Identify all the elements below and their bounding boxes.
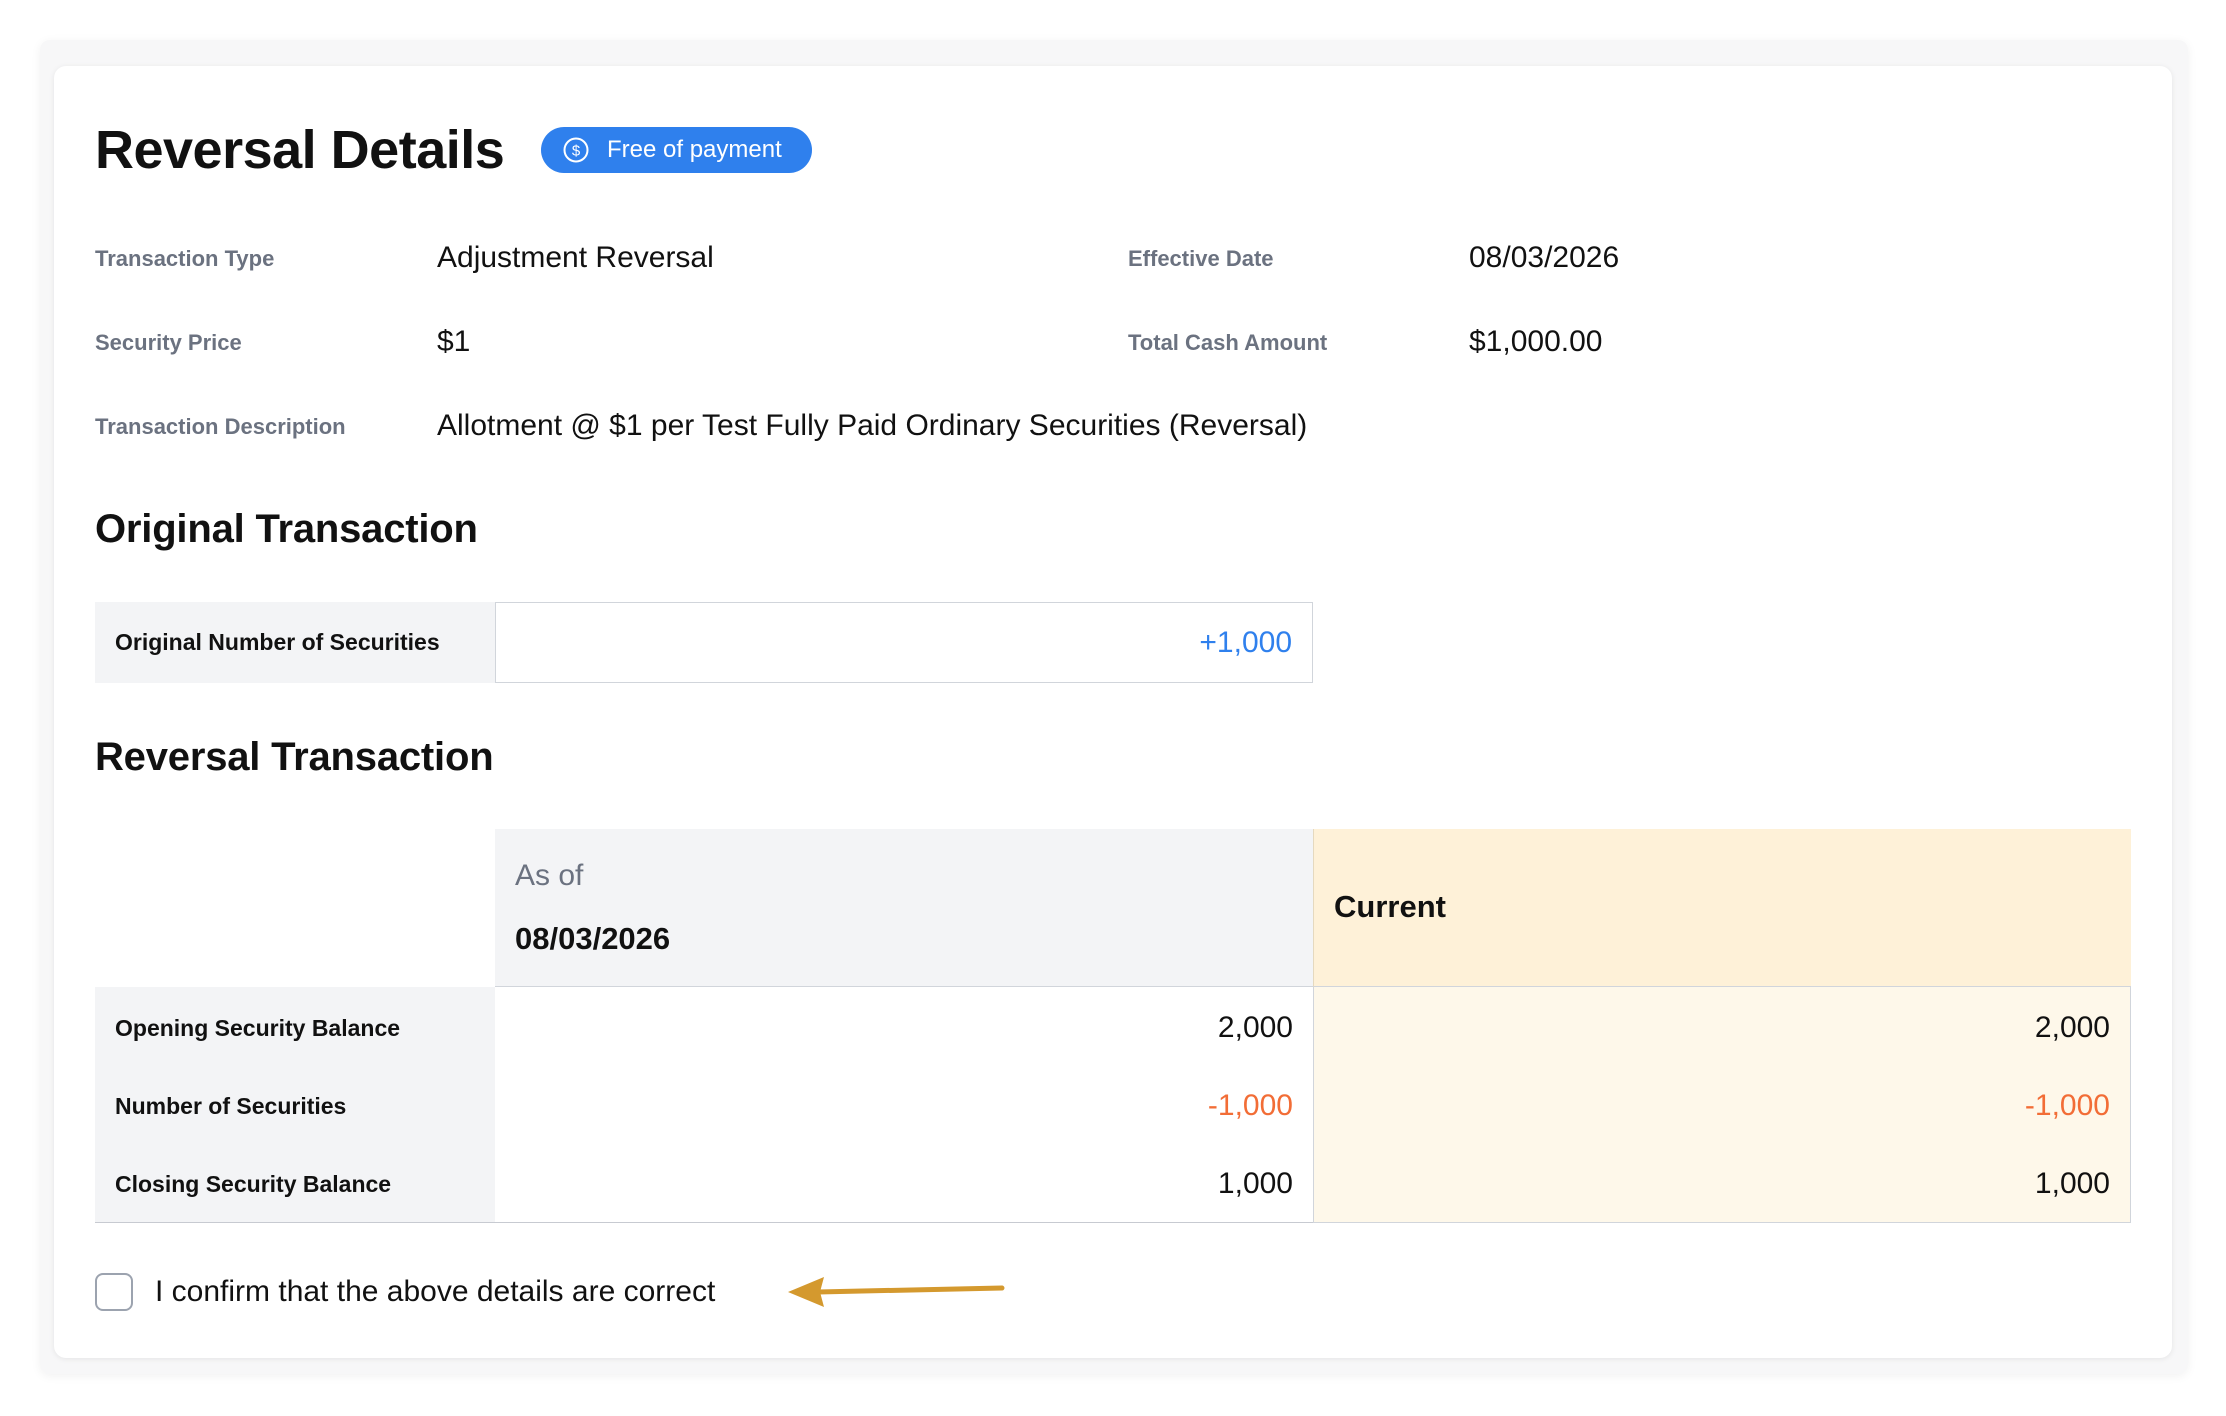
payment-type-badge: $ Free of payment bbox=[541, 127, 812, 173]
closing-balance-current: 1,000 bbox=[2034, 1167, 2110, 1200]
badge-label: Free of payment bbox=[607, 136, 782, 163]
closing-balance-asof: 1,000 bbox=[1217, 1167, 1293, 1200]
current-column-values: 2,000 -1,000 1,000 bbox=[1313, 987, 2131, 1223]
asof-column-header: As of 08/03/2026 bbox=[495, 829, 1313, 987]
asof-date: 08/03/2026 bbox=[515, 921, 671, 956]
transaction-type-value: Adjustment Reversal bbox=[437, 241, 714, 274]
security-price-value: $1 bbox=[437, 325, 471, 358]
opening-balance-asof: 2,000 bbox=[1217, 1011, 1293, 1044]
effective-date-value: 08/03/2026 bbox=[1469, 241, 1620, 274]
number-of-securities-label: Number of Securities bbox=[115, 1093, 347, 1119]
original-transaction-heading: Original Transaction bbox=[95, 507, 478, 551]
page-title: Reversal Details bbox=[95, 120, 505, 180]
security-price-label: Security Price bbox=[95, 330, 242, 355]
annotation-arrow-icon bbox=[780, 1268, 1010, 1314]
effective-date-label: Effective Date bbox=[1128, 246, 1274, 271]
reversal-row-labels: Opening Security Balance Number of Secur… bbox=[95, 987, 495, 1223]
transaction-description-value: Allotment @ $1 per Test Fully Paid Ordin… bbox=[437, 409, 1308, 442]
reversal-transaction-heading: Reversal Transaction bbox=[95, 735, 494, 779]
total-cash-value: $1,000.00 bbox=[1469, 325, 1603, 358]
confirm-checkbox[interactable] bbox=[95, 1273, 133, 1311]
original-number-label: Original Number of Securities bbox=[95, 602, 495, 683]
original-number-value: +1,000 bbox=[495, 602, 1313, 683]
total-cash-label: Total Cash Amount bbox=[1128, 330, 1328, 355]
current-column-header: Current bbox=[1313, 829, 2131, 987]
current-label: Current bbox=[1334, 889, 1446, 924]
number-of-securities-current: -1,000 bbox=[2024, 1089, 2110, 1122]
confirm-label[interactable]: I confirm that the above details are cor… bbox=[155, 1273, 715, 1311]
transaction-description-label: Transaction Description bbox=[95, 414, 346, 439]
closing-balance-label: Closing Security Balance bbox=[115, 1171, 392, 1197]
opening-balance-current: 2,000 bbox=[2034, 1011, 2110, 1044]
svg-text:$: $ bbox=[572, 143, 581, 160]
number-of-securities-asof: -1,000 bbox=[1207, 1089, 1293, 1122]
opening-balance-label: Opening Security Balance bbox=[115, 1015, 401, 1041]
dollar-coin-icon: $ bbox=[563, 137, 589, 163]
asof-column-values: 2,000 -1,000 1,000 bbox=[495, 987, 1313, 1223]
transaction-type-label: Transaction Type bbox=[95, 246, 275, 271]
asof-label: As of bbox=[515, 859, 584, 892]
